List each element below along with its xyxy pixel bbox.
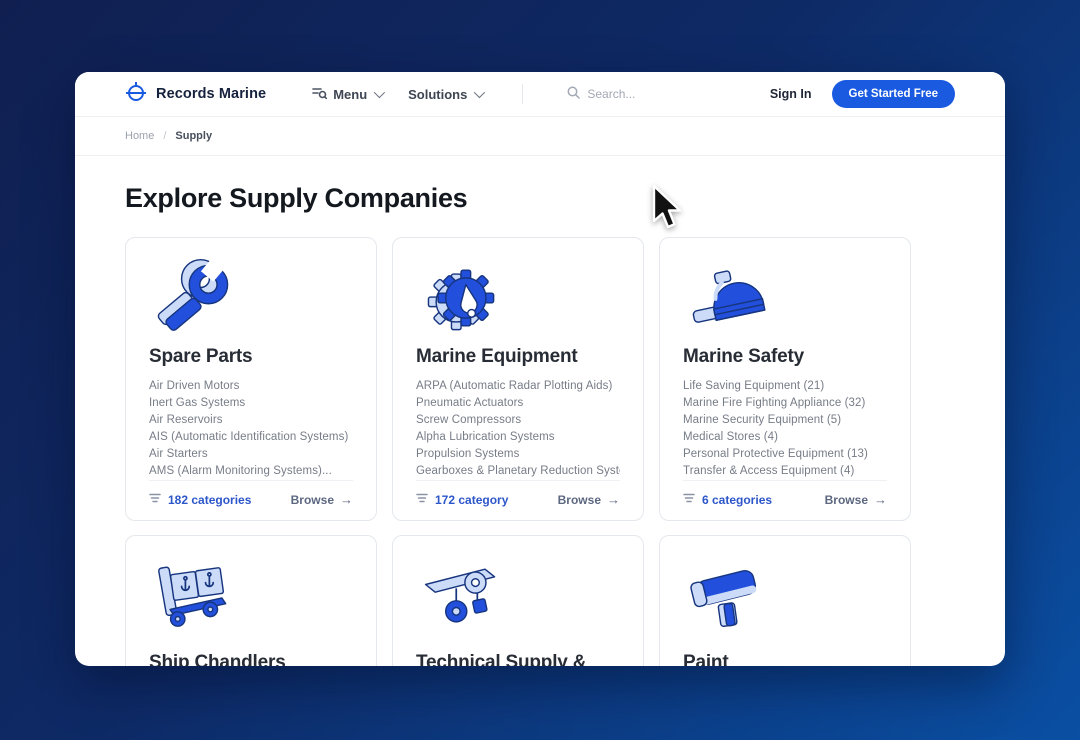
browse-label: Browse <box>291 493 334 507</box>
category-item[interactable]: Screw Compressors <box>416 412 620 429</box>
site-header: Records Marine Menu Solutions <box>75 72 1005 117</box>
sign-in-link[interactable]: Sign In <box>770 87 812 101</box>
browse-link[interactable]: Browse → <box>291 493 353 507</box>
filter-icon <box>683 492 695 507</box>
category-item[interactable]: Life Saving Equipment (21) <box>683 378 887 395</box>
nav-divider <box>522 84 523 104</box>
category-count-label: 182 categories <box>168 493 251 507</box>
app-window: Records Marine Menu Solutions <box>75 72 1005 666</box>
main-content: Explore Supply Companies <box>75 156 1005 666</box>
get-started-button[interactable]: Get Started Free <box>832 80 955 108</box>
category-item[interactable]: Transfer & Access Equipment (4) <box>683 463 887 480</box>
main-nav: Menu Solutions Search... <box>312 84 717 104</box>
search-placeholder: Search... <box>587 87 635 101</box>
safety-helmet-icon <box>683 256 887 340</box>
card-title: Marine Safety <box>683 346 887 368</box>
category-item[interactable]: Gearboxes & Planetary Reduction Systems.… <box>416 463 620 480</box>
gear-icon <box>416 256 620 340</box>
wrench-icon <box>149 256 353 340</box>
page-title: Explore Supply Companies <box>125 183 955 213</box>
category-item[interactable]: Personal Protective Equipment (13) <box>683 446 887 463</box>
breadcrumb-current: Supply <box>175 130 212 142</box>
paint-roller-icon <box>683 554 887 646</box>
filter-icon <box>149 492 161 507</box>
category-item[interactable]: Marine Fire Fighting Appliance (32) <box>683 395 887 412</box>
category-item[interactable]: ARPA (Automatic Radar Plotting Aids) <box>416 378 620 395</box>
category-item[interactable]: Alpha Lubrication Systems <box>416 429 620 446</box>
category-card-paint[interactable]: Paint <box>659 535 911 666</box>
category-item[interactable]: Marine Security Equipment (5) <box>683 412 887 429</box>
card-title: Ship Chandlers <box>149 652 353 666</box>
chevron-down-icon <box>474 87 485 98</box>
nav-menu-label: Menu <box>333 87 367 102</box>
browse-link[interactable]: Browse → <box>825 493 887 507</box>
card-footer: 182 categories Browse → <box>149 480 353 507</box>
filter-icon <box>416 492 428 507</box>
menu-icon <box>312 86 327 103</box>
card-footer: 172 category Browse → <box>416 480 620 507</box>
hoist-pulley-icon <box>416 554 620 646</box>
category-count: 182 categories <box>149 492 251 507</box>
category-item[interactable]: Inert Gas Systems <box>149 395 353 412</box>
category-item[interactable]: Propulsion Systems <box>416 446 620 463</box>
category-item[interactable]: AIS (Automatic Identification Systems) <box>149 429 353 446</box>
arrow-right-icon: → <box>340 493 353 506</box>
breadcrumb-home[interactable]: Home <box>125 130 154 142</box>
arrow-right-icon: → <box>874 493 887 506</box>
category-count: 6 categories <box>683 492 772 507</box>
category-grid: Spare Parts Air Driven Motors Inert Gas … <box>125 237 955 666</box>
card-title: Spare Parts <box>149 346 353 368</box>
nav-solutions-label: Solutions <box>408 87 467 102</box>
breadcrumb: Home / Supply <box>75 117 1005 156</box>
category-card-marine-equipment[interactable]: Marine Equipment ARPA (Automatic Radar P… <box>392 237 644 521</box>
category-item[interactable]: Air Starters <box>149 446 353 463</box>
chevron-down-icon <box>374 87 385 98</box>
header-right: Sign In Get Started Free <box>770 80 955 108</box>
category-item[interactable]: Pneumatic Actuators <box>416 395 620 412</box>
search-icon <box>567 86 580 102</box>
breadcrumb-separator: / <box>163 130 166 142</box>
category-item[interactable]: Air Driven Motors <box>149 378 353 395</box>
cargo-cart-icon <box>149 554 353 646</box>
card-title: Marine Equipment <box>416 346 620 368</box>
brand-logo-icon <box>125 81 147 108</box>
card-title: Paint <box>683 652 887 666</box>
browse-label: Browse <box>558 493 601 507</box>
search-input[interactable]: Search... <box>567 86 717 102</box>
category-card-marine-safety[interactable]: Marine Safety Life Saving Equipment (21)… <box>659 237 911 521</box>
category-list: Life Saving Equipment (21) Marine Fire F… <box>683 378 887 480</box>
category-count: 172 category <box>416 492 508 507</box>
category-item[interactable]: Medical Stores (4) <box>683 429 887 446</box>
category-item[interactable]: AMS (Alarm Monitoring Systems)... <box>149 463 353 480</box>
nav-menu[interactable]: Menu <box>312 86 382 103</box>
category-card-ship-chandlers[interactable]: Ship Chandlers <box>125 535 377 666</box>
browse-label: Browse <box>825 493 868 507</box>
brand-name: Records Marine <box>156 86 266 102</box>
browse-link[interactable]: Browse → <box>558 493 620 507</box>
nav-solutions[interactable]: Solutions <box>408 87 482 102</box>
card-title: Technical Supply & <box>416 652 620 666</box>
category-card-technical-supply[interactable]: Technical Supply & <box>392 535 644 666</box>
brand-logo[interactable]: Records Marine <box>125 81 266 108</box>
arrow-right-icon: → <box>607 493 620 506</box>
category-count-label: 172 category <box>435 493 508 507</box>
category-item[interactable]: Air Reservoirs <box>149 412 353 429</box>
category-list: Air Driven Motors Inert Gas Systems Air … <box>149 378 353 480</box>
category-list: ARPA (Automatic Radar Plotting Aids) Pne… <box>416 378 620 480</box>
category-count-label: 6 categories <box>702 493 772 507</box>
category-card-spare-parts[interactable]: Spare Parts Air Driven Motors Inert Gas … <box>125 237 377 521</box>
card-footer: 6 categories Browse → <box>683 480 887 507</box>
